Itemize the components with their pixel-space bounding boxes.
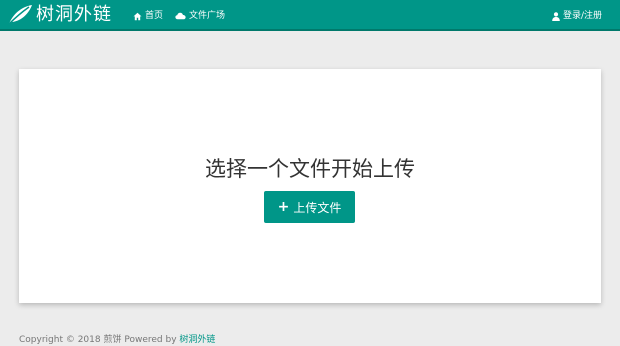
home-icon xyxy=(133,12,142,20)
nav-home-label: 首页 xyxy=(145,11,164,21)
upload-prompt: 选择一个文件开始上传 xyxy=(205,157,415,181)
cloud-icon xyxy=(175,12,186,20)
author-name: 煎饼 xyxy=(103,335,122,345)
powered-by-link[interactable]: 树洞外链 xyxy=(179,335,215,345)
nav-home[interactable]: 首页 xyxy=(133,8,163,24)
brand-title[interactable]: 树洞外链 xyxy=(36,3,112,27)
leaf-icon[interactable] xyxy=(7,4,33,26)
nav-file-square[interactable]: 文件广场 xyxy=(175,8,225,24)
user-icon xyxy=(552,11,560,21)
powered-by-text: Powered by xyxy=(124,335,177,345)
nav-file-square-label: 文件广场 xyxy=(189,11,226,21)
upload-card: 选择一个文件开始上传 + 上传文件 xyxy=(19,69,601,303)
upload-file-button[interactable]: + 上传文件 xyxy=(264,191,355,223)
plus-icon: + xyxy=(277,199,290,215)
copyright-text: Copyright © 2018 xyxy=(19,335,101,345)
login-register-label: 登录/注册 xyxy=(562,11,602,21)
top-navbar: 树洞外链 首页 文件广场 登录/注册 xyxy=(0,0,620,31)
upload-file-label: 上传文件 xyxy=(293,200,342,215)
login-register-link[interactable]: 登录/注册 xyxy=(552,8,602,24)
footer: Copyright © 2018 煎饼 Powered by 树洞外链 xyxy=(19,334,215,346)
